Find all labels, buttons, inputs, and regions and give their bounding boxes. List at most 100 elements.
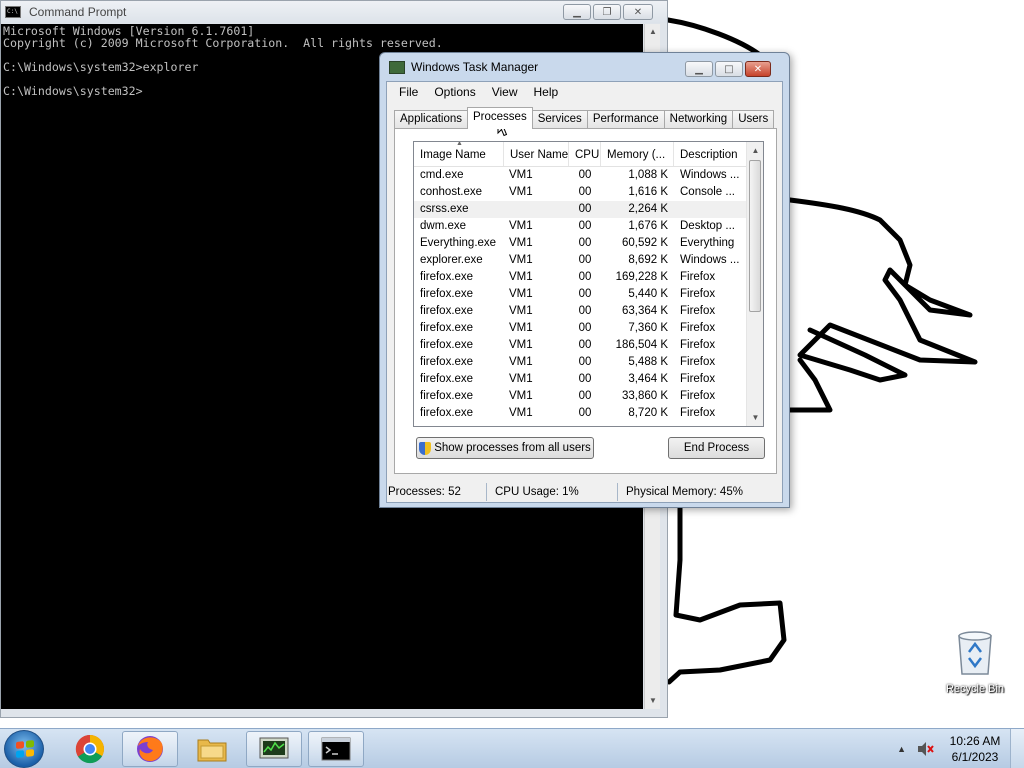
process-image-name: firefox.exe bbox=[420, 390, 474, 402]
process-memory: 7,360 K bbox=[628, 322, 668, 334]
taskbar-task-manager[interactable] bbox=[246, 731, 302, 767]
process-user-name: VM1 bbox=[509, 305, 533, 317]
process-cpu: 00 bbox=[578, 373, 592, 385]
process-user-name: VM1 bbox=[509, 322, 533, 334]
column-description[interactable]: Description bbox=[674, 142, 748, 166]
status-physical-memory: Physical Memory: 45% bbox=[626, 486, 743, 498]
cmd-restore-button[interactable]: ❐ bbox=[593, 4, 621, 20]
process-row[interactable]: firefox.exe VM1 00 5,488 K Firefox bbox=[414, 354, 763, 371]
taskbar-firefox[interactable] bbox=[122, 731, 178, 767]
process-list[interactable]: ▲ Image Name User Name CPU Memory (... D… bbox=[413, 141, 764, 427]
clock[interactable]: 10:26 AM 6/1/2023 bbox=[940, 733, 1010, 765]
task-manager-window[interactable]: Windows Task Manager ▁ □ ✕ File Options … bbox=[379, 52, 790, 508]
process-row[interactable]: firefox.exe VM1 00 8,720 K Firefox bbox=[414, 405, 763, 422]
menu-options[interactable]: Options bbox=[426, 85, 483, 99]
tab-processes[interactable]: Processes bbox=[467, 107, 533, 129]
end-process-button[interactable]: End Process bbox=[668, 437, 765, 459]
process-user-name: VM1 bbox=[509, 407, 533, 419]
process-image-name: firefox.exe bbox=[420, 305, 474, 317]
status-bar: Processes: 52 CPU Usage: 1% Physical Mem… bbox=[380, 481, 789, 503]
process-image-name: Everything.exe bbox=[420, 237, 497, 249]
process-row[interactable]: Everything.exe VM1 00 60,592 K Everything bbox=[414, 235, 763, 252]
system-tray: ▲ 10:26 AM 6/1/2023 bbox=[897, 729, 1024, 768]
tm-close-button[interactable]: ✕ bbox=[745, 61, 771, 77]
column-user-name[interactable]: User Name bbox=[504, 142, 569, 166]
taskbar-command-prompt[interactable] bbox=[308, 731, 364, 767]
process-description bbox=[674, 201, 747, 218]
process-description: Console ... bbox=[680, 186, 735, 198]
process-memory: 1,088 K bbox=[628, 169, 668, 181]
process-cpu: 00 bbox=[578, 169, 592, 181]
tm-minimize-button[interactable]: ▁ bbox=[685, 61, 713, 77]
process-memory: 2,264 K bbox=[628, 203, 668, 215]
process-cpu: 00 bbox=[578, 271, 592, 283]
process-row[interactable]: firefox.exe VM1 00 63,364 K Firefox bbox=[414, 303, 763, 320]
cmd-window-icon: C:\ bbox=[5, 6, 21, 18]
process-memory: 60,592 K bbox=[621, 237, 668, 249]
process-list-scrollbar[interactable]: ▲ ▼ bbox=[746, 142, 763, 426]
scroll-down-arrow-icon[interactable]: ▼ bbox=[747, 409, 763, 426]
tab-performance[interactable]: Performance bbox=[586, 110, 665, 129]
uac-shield-icon bbox=[419, 441, 432, 455]
process-row[interactable]: csrss.exe 00 2,264 K bbox=[414, 201, 763, 218]
process-cpu: 00 bbox=[578, 186, 592, 198]
process-user-name: VM1 bbox=[509, 356, 533, 368]
process-memory: 1,616 K bbox=[628, 186, 668, 198]
process-image-name: firefox.exe bbox=[420, 288, 474, 300]
menu-view[interactable]: View bbox=[484, 85, 526, 99]
scroll-down-arrow-icon[interactable]: ▼ bbox=[645, 693, 661, 709]
process-row[interactable]: firefox.exe VM1 00 169,228 K Firefox bbox=[414, 269, 763, 286]
scroll-up-arrow-icon[interactable]: ▲ bbox=[747, 142, 763, 159]
scroll-up-arrow-icon[interactable]: ▲ bbox=[645, 24, 661, 40]
process-user-name: VM1 bbox=[509, 390, 533, 402]
menu-help[interactable]: Help bbox=[526, 85, 567, 99]
process-row[interactable]: firefox.exe VM1 00 3,464 K Firefox bbox=[414, 371, 763, 388]
status-processes: Processes: 52 bbox=[380, 483, 487, 501]
process-user-name bbox=[504, 201, 569, 218]
cmd-minimize-button[interactable]: ▁ bbox=[563, 4, 591, 20]
processes-panel: ▲ Image Name User Name CPU Memory (... D… bbox=[394, 128, 777, 474]
tab-services[interactable]: Services bbox=[531, 110, 588, 129]
taskbar-chrome[interactable] bbox=[62, 731, 118, 767]
process-memory: 1,676 K bbox=[628, 220, 668, 232]
taskbar: ▲ 10:26 AM 6/1/2023 bbox=[0, 728, 1024, 768]
tab-applications[interactable]: Applications bbox=[394, 110, 469, 129]
menu-file[interactable]: File bbox=[391, 85, 426, 99]
process-memory: 8,692 K bbox=[628, 254, 668, 266]
process-user-name: VM1 bbox=[509, 339, 533, 351]
cmd-close-button[interactable]: ✕ bbox=[623, 4, 653, 20]
task-manager-window-icon bbox=[389, 60, 405, 74]
show-hidden-icons-icon[interactable]: ▲ bbox=[897, 744, 906, 754]
process-image-name: cmd.exe bbox=[420, 169, 464, 181]
process-cpu: 00 bbox=[578, 390, 592, 402]
recycle-bin[interactable]: Recycle Bin bbox=[940, 630, 1010, 695]
process-row[interactable]: firefox.exe VM1 00 5,440 K Firefox bbox=[414, 286, 763, 303]
process-description: Windows ... bbox=[680, 254, 740, 266]
tab-networking[interactable]: Networking bbox=[663, 110, 734, 129]
process-row[interactable]: firefox.exe VM1 00 33,860 K Firefox bbox=[414, 388, 763, 405]
process-row[interactable]: firefox.exe VM1 00 7,360 K Firefox bbox=[414, 320, 763, 337]
process-cpu: 00 bbox=[578, 237, 592, 249]
column-cpu[interactable]: CPU bbox=[569, 142, 601, 166]
process-image-name: firefox.exe bbox=[420, 407, 474, 419]
start-button[interactable] bbox=[4, 730, 44, 768]
cmd-icon bbox=[321, 737, 351, 761]
column-memory[interactable]: Memory (... bbox=[601, 142, 674, 166]
tab-users[interactable]: Users bbox=[732, 110, 775, 129]
show-desktop-button[interactable] bbox=[1010, 729, 1024, 768]
process-row[interactable]: explorer.exe VM1 00 8,692 K Windows ... bbox=[414, 252, 763, 269]
process-description: Firefox bbox=[680, 339, 716, 351]
taskbar-windows-explorer[interactable] bbox=[184, 731, 240, 767]
task-manager-icon bbox=[259, 737, 289, 759]
process-user-name: VM1 bbox=[509, 254, 533, 266]
process-row[interactable]: conhost.exe VM1 00 1,616 K Console ... bbox=[414, 184, 763, 201]
show-all-processes-button[interactable]: Show processes from all users bbox=[416, 437, 594, 459]
process-row[interactable]: firefox.exe VM1 00 186,504 K Firefox bbox=[414, 337, 763, 354]
tm-maximize-button[interactable]: □ bbox=[715, 61, 743, 77]
scrollbar-thumb[interactable] bbox=[749, 160, 761, 312]
process-cpu: 00 bbox=[578, 339, 592, 351]
volume-muted-icon[interactable] bbox=[916, 741, 934, 757]
process-row[interactable]: dwm.exe VM1 00 1,676 K Desktop ... bbox=[414, 218, 763, 235]
cmd-window-title: Command Prompt bbox=[29, 5, 127, 19]
process-row[interactable]: cmd.exe VM1 00 1,088 K Windows ... bbox=[414, 167, 763, 184]
